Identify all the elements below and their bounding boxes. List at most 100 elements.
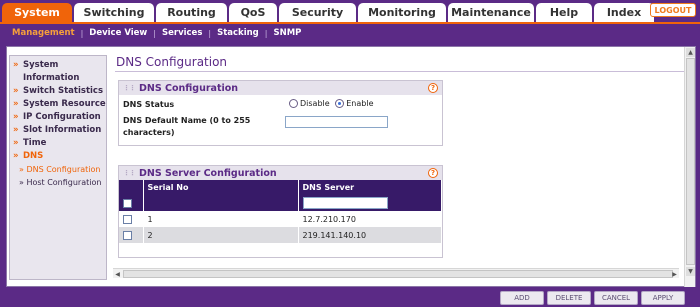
nav-item-label: DNS [23, 151, 44, 161]
new-dns-server-input[interactable] [302, 197, 388, 209]
table-row[interactable]: 1 12.7.210.170 [119, 211, 442, 227]
nav-item-dns[interactable]: » DNS [10, 150, 106, 163]
nav-item-slot-information[interactable]: » Slot Information [10, 124, 106, 137]
table-cell [119, 211, 144, 227]
tab-qos[interactable]: QoS [229, 3, 277, 22]
dns-status-label: DNS Status [123, 100, 175, 109]
content-area: DNS Configuration ⋮⋮ DNS Configuration ?… [113, 47, 691, 288]
scrollbar-thumb[interactable] [686, 58, 695, 265]
nav-subitem-label: DNS Configuration [26, 165, 101, 174]
arrow-bullet-icon: » [13, 86, 19, 96]
serial-no-cell: 1 [143, 211, 299, 227]
column-header-dns-server: DNS Server [298, 180, 442, 195]
dns-configuration-panel: ⋮⋮ DNS Configuration ? DNS Status Disabl… [118, 80, 443, 146]
arrow-bullet-icon: » [13, 60, 19, 70]
nav-item-system-information[interactable]: » System Information [10, 59, 106, 85]
arrow-bullet-icon: » [13, 99, 19, 109]
tab-help[interactable]: Help [536, 3, 592, 22]
nav-item-label: Switch Statistics [23, 86, 104, 96]
disable-radio[interactable] [289, 99, 298, 108]
tab-security[interactable]: Security [279, 3, 356, 22]
help-icon[interactable]: ? [428, 83, 438, 93]
scroll-right-icon[interactable]: ▶ [670, 270, 679, 278]
enable-label: Enable [346, 99, 374, 108]
row-checkbox[interactable] [123, 230, 132, 240]
delete-button[interactable]: DELETE [547, 291, 591, 305]
nav-subitem-dns-configuration[interactable]: » DNS Configuration [10, 163, 106, 176]
vertical-scrollbar[interactable]: ▲ ▼ [684, 47, 695, 288]
nav-item-label: Slot Information [23, 125, 102, 135]
left-navigation: » System Information » Switch Statistics »… [9, 55, 107, 280]
sub-menu: Management | Device View | Services | St… [0, 22, 700, 42]
dns-server-cell: 219.141.140.10 [298, 227, 442, 243]
table-cell [298, 195, 442, 211]
submenu-management[interactable]: Management [6, 28, 81, 38]
top-tabs: System Switching Routing QoS Security Mo… [2, 3, 656, 22]
scrollbar-thumb[interactable] [123, 270, 673, 278]
dns-status-row: DNS Status Disable Enable [119, 95, 442, 113]
panel-title: DNS Server Configuration [139, 167, 277, 179]
tab-routing[interactable]: Routing [156, 3, 227, 22]
enable-radio[interactable] [335, 99, 345, 108]
table-cell [119, 227, 144, 243]
nav-item-label: Time [23, 138, 47, 148]
drag-grip-icon: ⋮⋮ [123, 169, 136, 177]
help-icon[interactable]: ? [428, 168, 438, 178]
nav-item-label: System Information [23, 60, 80, 83]
cancel-button[interactable]: CANCEL [594, 291, 638, 305]
add-entry-row [119, 195, 442, 211]
nav-item-label: System Resource [23, 99, 106, 109]
arrow-bullet-icon: » [13, 138, 19, 148]
table-row[interactable]: 2 219.141.140.10 [119, 227, 442, 243]
tab-maintenance[interactable]: Maintenance [448, 3, 534, 22]
dns-default-name-input[interactable] [285, 116, 388, 128]
column-header-serial-no: Serial No [143, 180, 299, 195]
top-navigation-bar: System Switching Routing QoS Security Mo… [0, 0, 700, 22]
select-all-checkbox[interactable] [123, 198, 132, 208]
table-cell [119, 195, 144, 211]
select-all-column [119, 180, 144, 195]
tab-index[interactable]: Index [594, 3, 654, 22]
submenu-services[interactable]: Services [156, 28, 208, 38]
main-frame: » System Information » Switch Statistics »… [6, 46, 696, 288]
nav-item-switch-statistics[interactable]: » Switch Statistics [10, 85, 106, 98]
serial-no-cell: 2 [143, 227, 299, 243]
tab-system[interactable]: System [2, 3, 72, 22]
dns-default-name-label: DNS Default Name (0 to 255 characters) [123, 116, 251, 137]
table-header-row: Serial No DNS Server [119, 180, 442, 195]
panel-header: ⋮⋮ DNS Configuration ? [119, 81, 442, 95]
add-button[interactable]: ADD [500, 291, 544, 305]
apply-button[interactable]: APPLY [641, 291, 685, 305]
panel-title: DNS Configuration [139, 82, 239, 94]
submenu-stacking[interactable]: Stacking [211, 28, 265, 38]
panel-header: ⋮⋮ DNS Server Configuration ? [119, 166, 442, 180]
row-checkbox[interactable] [123, 214, 132, 224]
tab-monitoring[interactable]: Monitoring [358, 3, 446, 22]
nav-item-ip-configuration[interactable]: » IP Configuration [10, 111, 106, 124]
arrow-bullet-icon: » [13, 112, 19, 122]
dns-server-cell: 12.7.210.170 [298, 211, 442, 227]
tab-switching[interactable]: Switching [74, 3, 154, 22]
nav-subitem-host-configuration[interactable]: » Host Configuration [10, 176, 106, 189]
submenu-device-view[interactable]: Device View [83, 28, 153, 38]
dns-status-options: Disable Enable [289, 99, 373, 108]
page-title: DNS Configuration [116, 55, 228, 69]
logout-button[interactable]: LOGOUT [650, 3, 696, 17]
table-cell [143, 195, 299, 211]
nav-subitem-label: Host Configuration [26, 178, 102, 187]
nav-item-system-resource[interactable]: » System Resource [10, 98, 106, 111]
drag-grip-icon: ⋮⋮ [123, 84, 136, 92]
scroll-up-icon[interactable]: ▲ [686, 48, 695, 57]
scroll-down-icon[interactable]: ▼ [686, 267, 695, 276]
dns-default-name-row: DNS Default Name (0 to 255 characters) [119, 113, 442, 143]
action-button-bar: ADD DELETE CANCEL APPLY [0, 287, 700, 307]
horizontal-scrollbar[interactable]: ◀ ▶ [113, 268, 679, 278]
dns-server-table: Serial No DNS Server 1 12.7.210.170 2 21… [119, 180, 442, 243]
title-divider [115, 71, 689, 72]
arrow-bullet-icon: » [13, 151, 19, 161]
dns-server-configuration-panel: ⋮⋮ DNS Server Configuration ? Serial No … [118, 165, 443, 258]
nav-item-time[interactable]: » Time [10, 137, 106, 150]
submenu-snmp[interactable]: SNMP [267, 28, 307, 38]
arrow-bullet-icon: » [13, 125, 19, 135]
scroll-left-icon[interactable]: ◀ [113, 270, 122, 278]
